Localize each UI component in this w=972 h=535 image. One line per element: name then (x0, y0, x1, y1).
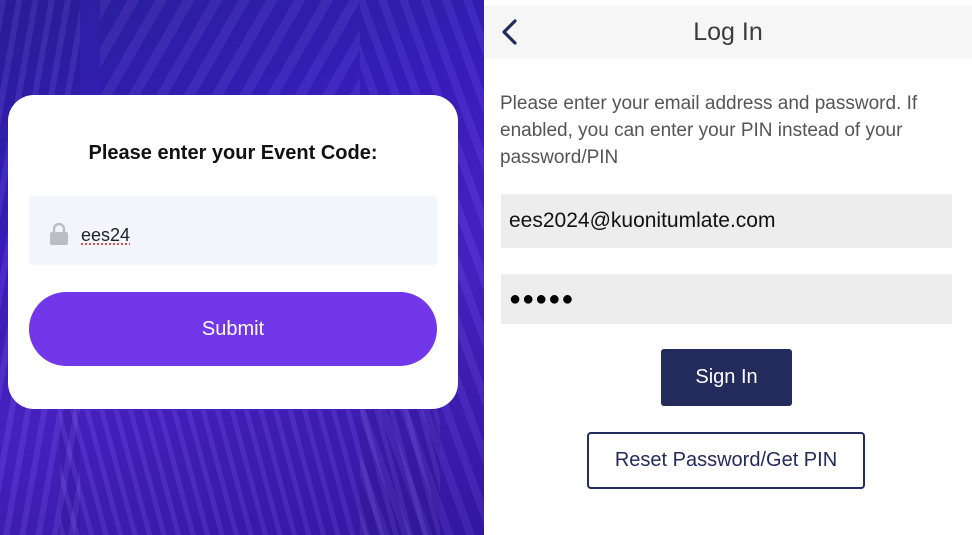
lock-icon (50, 223, 68, 245)
login-instructions: Please enter your email address and pass… (500, 93, 918, 168)
login-screen: Log In Please enter your email address a… (484, 0, 972, 535)
background-building (60, 410, 440, 535)
event-code-screen: Please enter your Event Code: ees24 Subm… (0, 0, 484, 535)
background-building (100, 0, 360, 100)
email-field[interactable]: ees2024@kuonitumlate.com (501, 194, 952, 248)
page-title: Log In (693, 18, 763, 46)
event-code-prompt: Please enter your Event Code: (88, 142, 378, 164)
event-code-card: Please enter your Event Code: ees24 Subm… (8, 95, 458, 409)
event-code-input[interactable]: ees24 (29, 196, 437, 265)
password-field[interactable]: ●●●●● (501, 274, 952, 324)
reset-password-button[interactable]: Reset Password/Get PIN (587, 432, 865, 489)
sign-in-button[interactable]: Sign In (661, 349, 792, 406)
navigation-bar: Log In (484, 6, 972, 58)
event-code-value: ees24 (81, 225, 131, 245)
submit-button[interactable]: Submit (29, 292, 437, 366)
